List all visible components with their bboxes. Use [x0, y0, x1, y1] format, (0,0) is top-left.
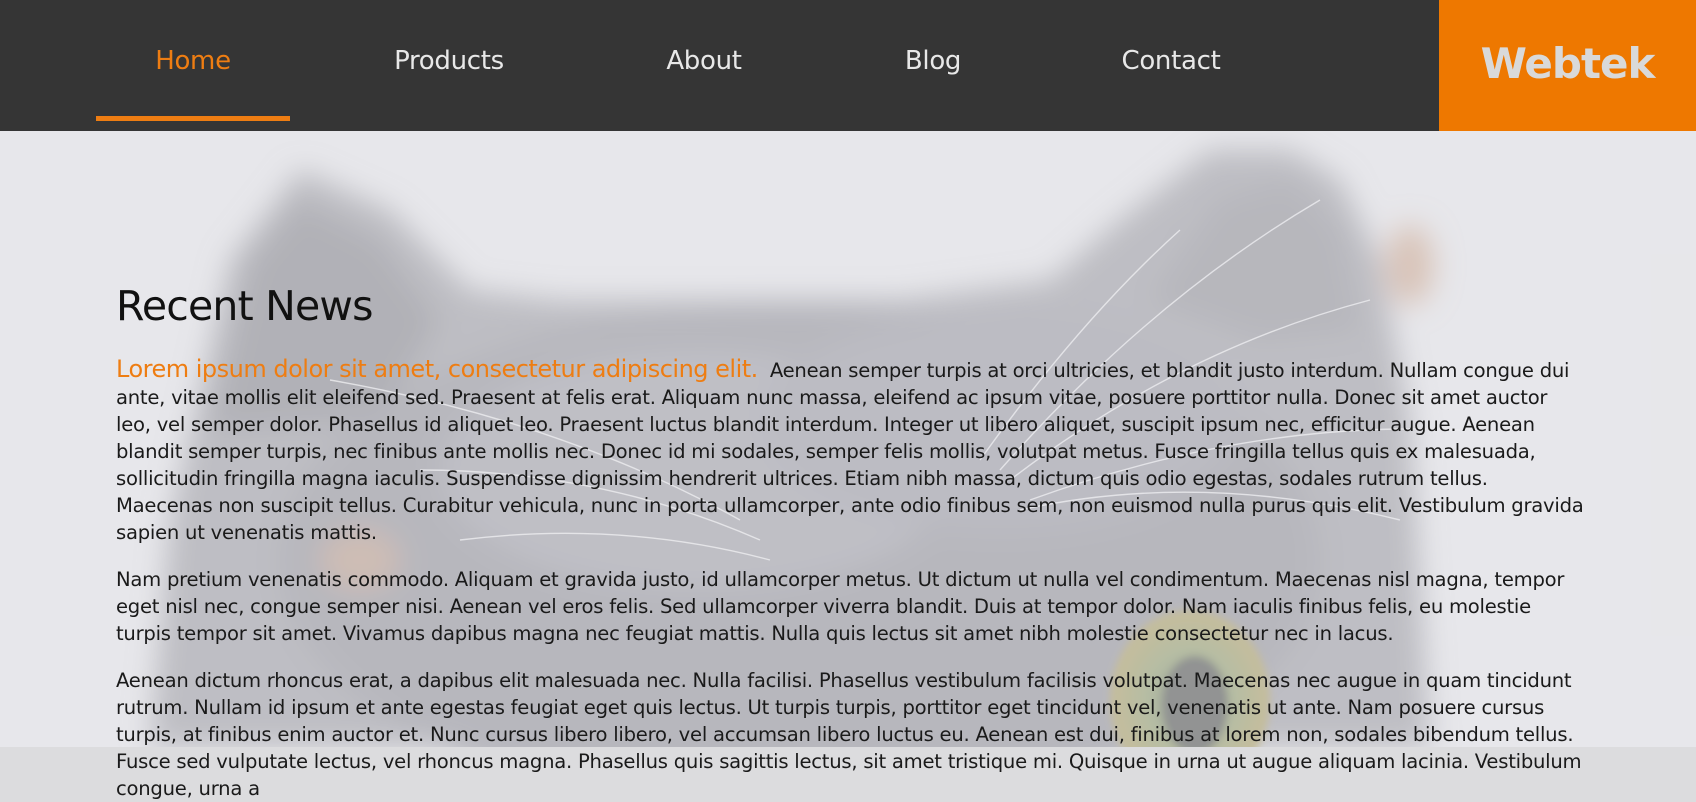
nav-item-products[interactable]: Products — [369, 0, 529, 123]
nav-item-about[interactable]: About — [644, 0, 764, 123]
nav-item-home[interactable]: Home — [96, 0, 290, 123]
news-paragraph: Aenean dictum rhoncus erat, a dapibus el… — [116, 669, 1582, 800]
article-body: Aenean semper turpis at orci ultricies, … — [116, 359, 1584, 544]
nav-item-blog[interactable]: Blog — [882, 0, 984, 123]
top-navigation-bar: Home Products About Blog Contact Webtek — [0, 0, 1696, 131]
recent-news-section: Recent News Lorem ipsum dolor sit amet, … — [116, 278, 1586, 802]
article-headline[interactable]: Lorem ipsum dolor sit amet, consectetur … — [116, 355, 758, 383]
nav-item-contact[interactable]: Contact — [1106, 0, 1236, 123]
news-article: Lorem ipsum dolor sit amet, consectetur … — [116, 356, 1586, 546]
brand-logo[interactable]: Webtek — [1439, 0, 1696, 131]
section-title: Recent News — [116, 282, 374, 330]
news-paragraph: Nam pretium venenatis commodo. Aliquam e… — [116, 568, 1565, 645]
active-nav-indicator — [96, 116, 290, 121]
